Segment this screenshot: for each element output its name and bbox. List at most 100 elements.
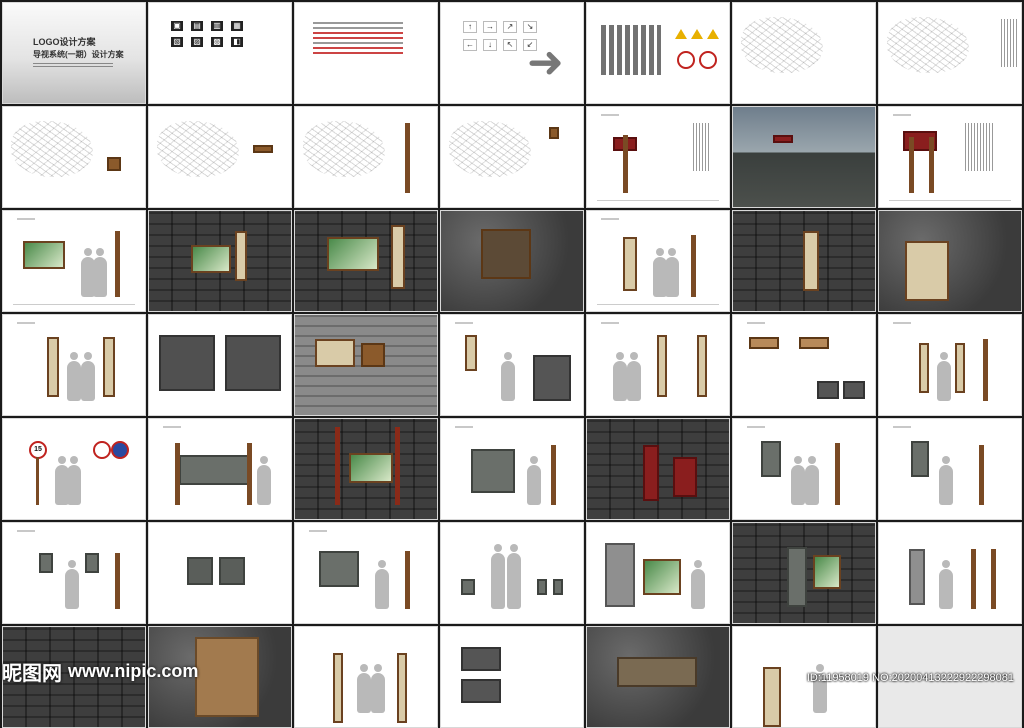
elevation-drawing-thumbnail[interactable] xyxy=(586,106,730,208)
detail-render-thumbnail[interactable] xyxy=(878,210,1022,312)
page-header xyxy=(601,113,619,116)
page-header xyxy=(601,217,619,220)
sign-column xyxy=(235,231,247,281)
map-thumbnail[interactable] xyxy=(440,106,584,208)
page-footer-line xyxy=(597,200,719,201)
flag-sign xyxy=(537,579,547,595)
text-page-thumbnail[interactable] xyxy=(294,2,438,104)
board-elevation-thumbnail[interactable] xyxy=(294,522,438,624)
render-thumbnail[interactable] xyxy=(732,210,876,312)
hanging-sign-thumbnail[interactable] xyxy=(2,522,146,624)
sign-detail xyxy=(195,637,259,717)
human-silhouette xyxy=(613,352,627,401)
column-elevation-thumbnail[interactable] xyxy=(440,314,584,416)
column-elevation-thumbnail[interactable] xyxy=(586,314,730,416)
wall-plaque xyxy=(799,337,829,349)
human-silhouette xyxy=(627,352,641,401)
gate-elevation-thumbnail[interactable] xyxy=(586,522,730,624)
pictogram-grid xyxy=(601,25,661,75)
render-thumbnail[interactable] xyxy=(294,314,438,416)
sign-column xyxy=(333,653,343,723)
render-thumbnail[interactable] xyxy=(294,210,438,312)
human-silhouette xyxy=(375,560,389,609)
render-set-thumbnail[interactable] xyxy=(440,626,584,728)
text-lines xyxy=(313,19,403,57)
map-drawing xyxy=(449,121,531,177)
sign-post xyxy=(929,137,934,193)
sign-post xyxy=(979,445,984,505)
human-silhouette xyxy=(501,352,515,401)
site-photo-thumbnail[interactable] xyxy=(732,106,876,208)
elevation-drawing-thumbnail[interactable] xyxy=(878,106,1022,208)
gate-render-thumbnail[interactable] xyxy=(294,418,438,520)
gate-post xyxy=(395,427,400,505)
sign-post xyxy=(623,135,628,193)
flag-sign-thumbnail[interactable] xyxy=(440,522,584,624)
map-drawing xyxy=(157,121,239,177)
gate-render-thumbnail[interactable] xyxy=(732,522,876,624)
map-thumbnail[interactable] xyxy=(294,106,438,208)
page-header xyxy=(747,425,765,428)
restroom-sign-thumbnail[interactable] xyxy=(148,522,292,624)
human-silhouette xyxy=(937,352,951,401)
gate-elevation-thumbnail[interactable] xyxy=(440,418,584,520)
no-parking-sign-icon xyxy=(93,441,111,459)
map-drawing xyxy=(303,121,385,177)
column-elevation-thumbnail[interactable] xyxy=(2,314,146,416)
watermark-logo-text: 昵图网 xyxy=(2,662,62,685)
map-thumbnail[interactable] xyxy=(732,2,876,104)
gate-render-thumbnail[interactable] xyxy=(586,418,730,520)
column-elevation-thumbnail[interactable] xyxy=(294,626,438,728)
page-header xyxy=(455,321,473,324)
cover-caption-lines xyxy=(33,61,113,69)
gate-pillar xyxy=(605,543,635,607)
map-thumbnail[interactable] xyxy=(878,2,1022,104)
plaque-elevation-thumbnail[interactable] xyxy=(732,314,876,416)
sign-post xyxy=(247,443,252,505)
sign-column xyxy=(465,335,477,371)
stand-elevation-thumbnail[interactable] xyxy=(732,418,876,520)
sign-sample xyxy=(253,145,273,153)
watermark-site-url: www.nipic.com xyxy=(68,660,199,681)
traffic-sign-thumbnail[interactable]: 15 xyxy=(2,418,146,520)
gate-elevation-thumbnail[interactable] xyxy=(148,418,292,520)
sign-detail xyxy=(481,229,531,279)
hanging-sign xyxy=(39,553,53,573)
human-silhouette xyxy=(691,560,705,609)
sign-column xyxy=(763,667,781,727)
map-thumbnail[interactable] xyxy=(148,106,292,208)
page-header xyxy=(601,321,619,324)
notice-board xyxy=(471,449,515,493)
cover-page-thumbnail[interactable]: LOGO设计方案 导视系统(一期）设计方案 xyxy=(2,2,146,104)
icon-set-thumbnail[interactable]: ▣ ▤ ▥ ▦ ▧ ▨ ▩ ◧ xyxy=(148,2,292,104)
board-elevation-thumbnail[interactable] xyxy=(2,210,146,312)
cover-subtitle: 导视系统(一期）设计方案 xyxy=(33,50,124,59)
page-header xyxy=(893,425,911,428)
arrow-icons-thumbnail[interactable]: ↑ → ↗ ↘ ← ↓ ↖ ↙ ➜ xyxy=(440,2,584,104)
human-silhouette xyxy=(67,456,81,505)
thumbnail-grid: LOGO设计方案 导视系统(一期）设计方案 ▣ ▤ ▥ ▦ ▧ ▨ ▩ ◧ ↑ → ↗ ↘ ← ↓ ↖ ↙ … xyxy=(0,0,1024,728)
column-elevation-thumbnail[interactable] xyxy=(878,314,1022,416)
notice-board xyxy=(673,457,697,497)
map-thumbnail[interactable] xyxy=(2,106,146,208)
gate-pillar xyxy=(909,549,925,605)
render-thumbnail[interactable] xyxy=(148,210,292,312)
warning-triangle-icon xyxy=(675,29,687,39)
gate-pillar xyxy=(787,547,807,607)
human-silhouette xyxy=(805,456,819,505)
human-silhouette xyxy=(65,560,79,609)
human-silhouette xyxy=(491,544,505,609)
detail-render-thumbnail[interactable] xyxy=(586,626,730,728)
gate-elevation-thumbnail[interactable] xyxy=(878,522,1022,624)
page-header xyxy=(893,113,911,116)
render-pair-thumbnail[interactable] xyxy=(148,314,292,416)
prohibition-sign-icon xyxy=(699,51,717,69)
stand-elevation-thumbnail[interactable] xyxy=(878,418,1022,520)
column-elevation-thumbnail[interactable] xyxy=(586,210,730,312)
detail-render-thumbnail[interactable] xyxy=(440,210,584,312)
page-header xyxy=(455,425,473,428)
warning-signs-thumbnail[interactable] xyxy=(586,2,730,104)
prohibition-sign-icon xyxy=(677,51,695,69)
sign-post xyxy=(983,339,988,401)
human-silhouette xyxy=(357,664,371,713)
